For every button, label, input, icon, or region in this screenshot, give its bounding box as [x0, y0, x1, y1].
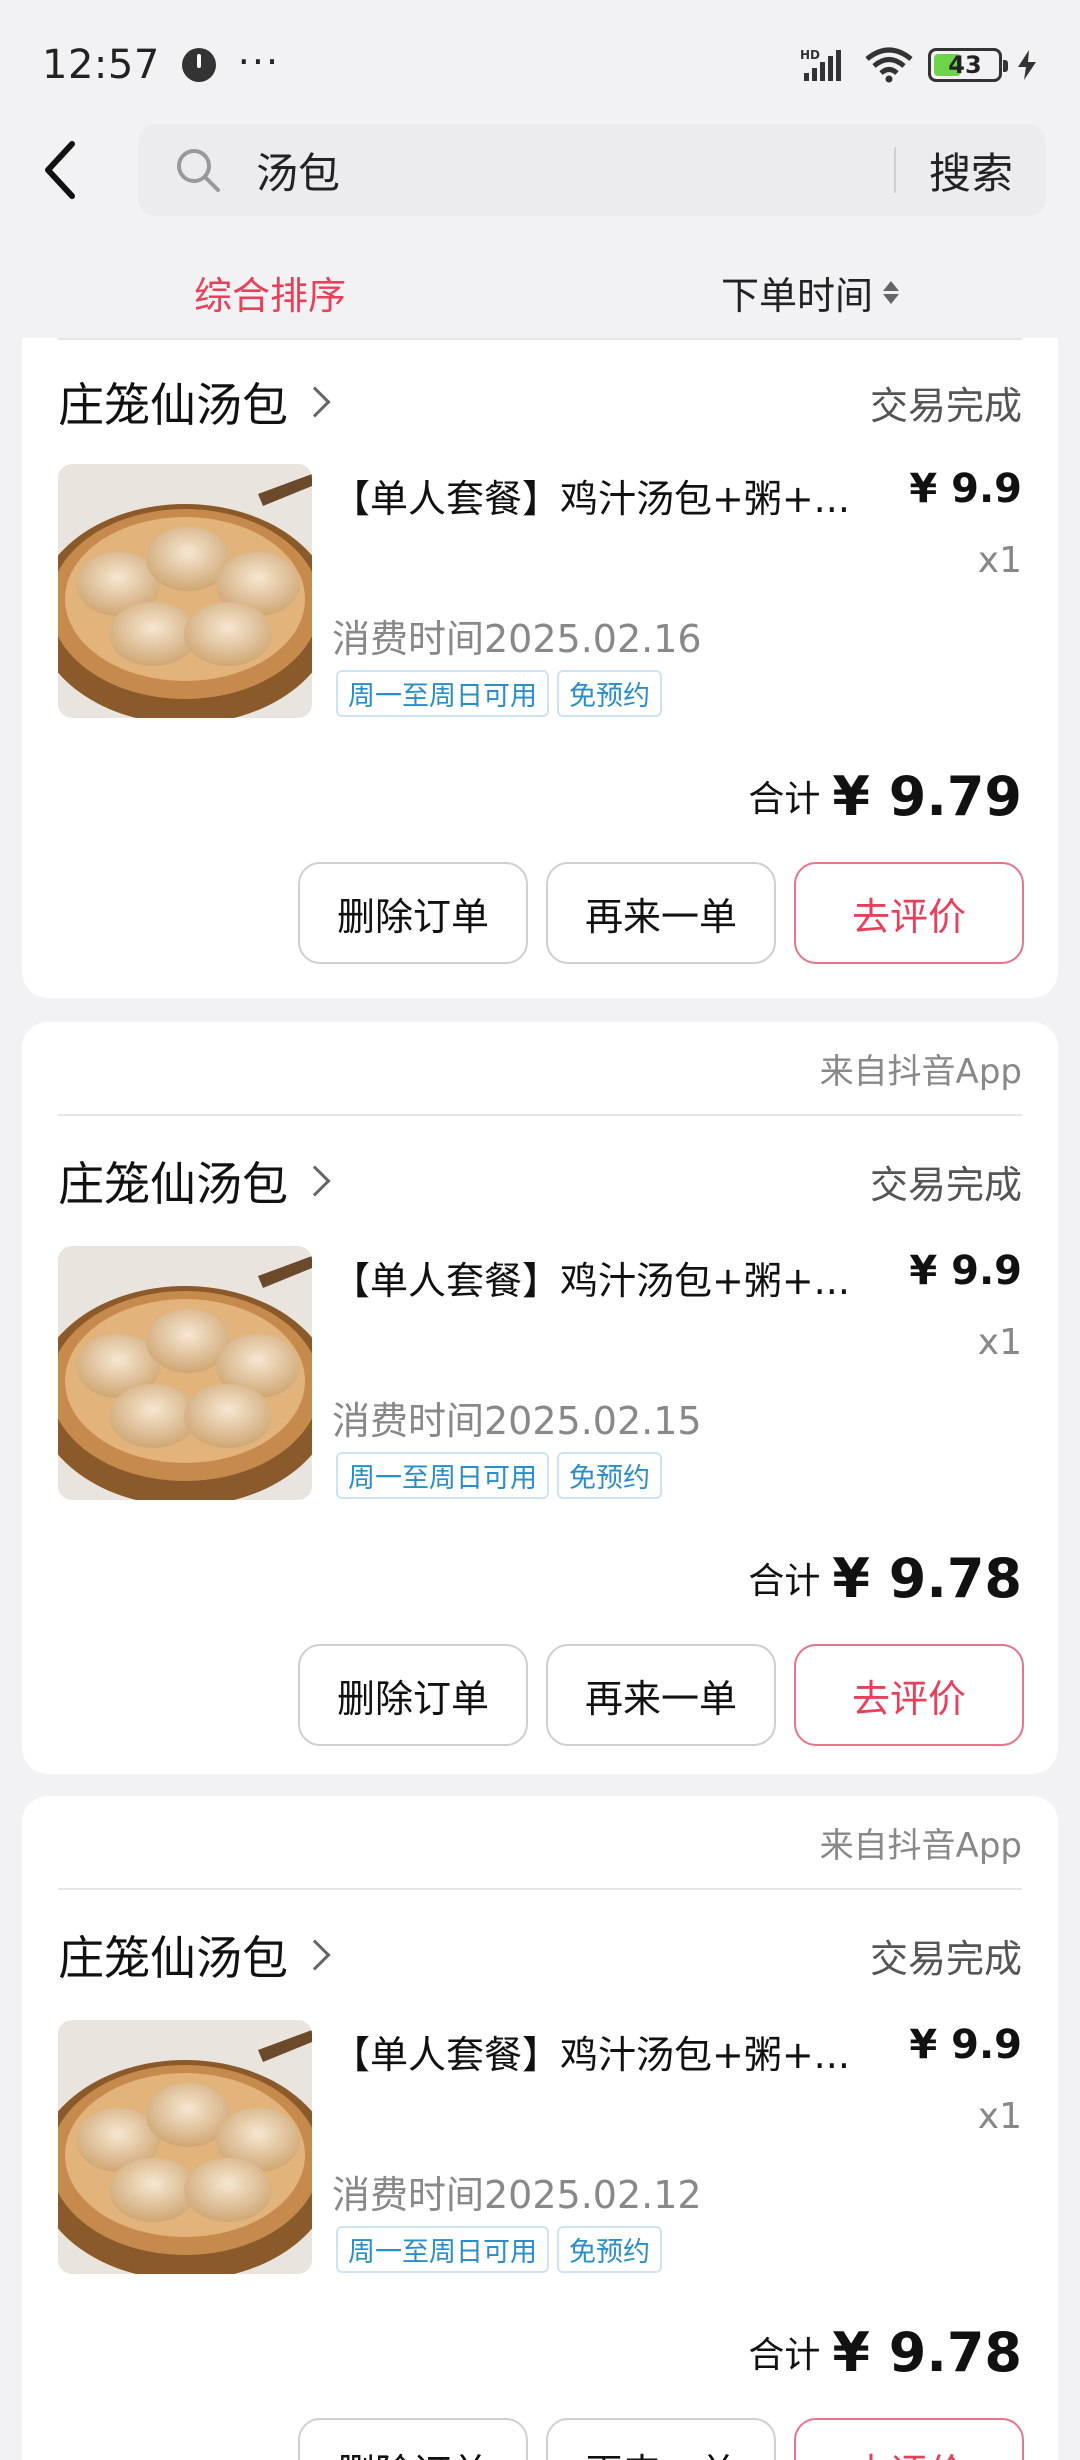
- total-value: ¥ 9.78: [832, 2321, 1022, 2384]
- sort-order-time[interactable]: 下单时间: [540, 252, 1080, 332]
- item-title: 【单人套餐】鸡汁汤包+粥+...: [332, 1259, 850, 1303]
- tag-group: 周一至周日可用 免预约: [336, 2226, 662, 2273]
- wifi-icon: [865, 47, 913, 83]
- sort-toggle-icon: [883, 280, 899, 304]
- chevron-right-icon: [299, 1939, 331, 1971]
- action-buttons: 删除订单 再来一单 去评价: [22, 1620, 1058, 1774]
- order-card: 来自抖音App 庄笼仙汤包 交易完成 【单人套餐】鸡汁汤包+粥+... ¥ 9.…: [22, 1796, 1058, 2460]
- status-time: 12:57: [42, 42, 160, 88]
- status-bar: 12:57 ··· HD 43: [0, 0, 1080, 130]
- item-quantity: x1: [977, 2096, 1022, 2137]
- reorder-button[interactable]: 再来一单: [546, 2418, 776, 2460]
- total-label: 合计: [748, 2335, 821, 2376]
- action-buttons: 删除订单 再来一单 去评价: [22, 838, 1058, 998]
- order-item[interactable]: 【单人套餐】鸡汁汤包+粥+... ¥ 9.9 x1 消费时间2025.02.15…: [22, 1246, 1058, 1502]
- item-price: ¥ 9.9: [909, 466, 1022, 512]
- delete-order-button[interactable]: 删除订单: [298, 1644, 528, 1746]
- total-value: ¥ 9.79: [832, 765, 1022, 828]
- chevron-right-icon: [299, 386, 331, 418]
- shop-name: 庄笼仙汤包: [58, 1931, 288, 1985]
- total-value: ¥ 9.78: [832, 1547, 1022, 1610]
- shop-name: 庄笼仙汤包: [58, 378, 288, 432]
- total-row: 合计 ¥ 9.78: [22, 2276, 1058, 2394]
- order-status: 交易完成: [869, 1162, 1022, 1207]
- tag-availability: 周一至周日可用: [336, 2226, 549, 2273]
- back-arrow-icon: [45, 141, 75, 199]
- search-input[interactable]: 汤包: [256, 140, 894, 201]
- clock-icon: [181, 48, 216, 82]
- order-status: 交易完成: [869, 383, 1022, 428]
- shop-row[interactable]: 庄笼仙汤包 交易完成: [22, 340, 1058, 464]
- total-row: 合计 ¥ 9.79: [22, 720, 1058, 838]
- total-label: 合计: [748, 779, 821, 820]
- order-status: 交易完成: [869, 1936, 1022, 1981]
- search-icon: [177, 149, 220, 192]
- delete-order-button[interactable]: 删除订单: [298, 2418, 528, 2460]
- order-item[interactable]: 【单人套餐】鸡汁汤包+粥+... ¥ 9.9 x1 消费时间2025.02.12…: [22, 2020, 1058, 2276]
- sort-order-time-label: 下单时间: [720, 273, 873, 318]
- battery-icon: 43: [928, 48, 1008, 82]
- consume-time: 消费时间2025.02.16: [332, 617, 702, 661]
- action-buttons: 删除订单 再来一单 去评价: [22, 2394, 1058, 2460]
- sort-comprehensive[interactable]: 综合排序: [0, 252, 540, 332]
- header: 汤包 搜索: [0, 124, 1080, 216]
- consume-time: 消费时间2025.02.15: [332, 1399, 702, 1443]
- sort-bar: 综合排序 下单时间: [0, 252, 1080, 332]
- item-title: 【单人套餐】鸡汁汤包+粥+...: [332, 2033, 850, 2077]
- tag-no-reservation: 免预约: [557, 2226, 662, 2273]
- order-card: 来自抖音App 庄笼仙汤包 交易完成 【单人套餐】鸡汁汤包+粥+... ¥ 9.…: [22, 1022, 1058, 1774]
- back-button[interactable]: [0, 124, 120, 216]
- item-quantity: x1: [977, 1322, 1022, 1363]
- tag-group: 周一至周日可用 免预约: [336, 670, 662, 717]
- tag-no-reservation: 免预约: [557, 670, 662, 717]
- review-button[interactable]: 去评价: [794, 1644, 1024, 1746]
- order-item[interactable]: 【单人套餐】鸡汁汤包+粥+... ¥ 9.9 x1 消费时间2025.02.16…: [22, 464, 1058, 720]
- review-button[interactable]: 去评价: [794, 862, 1024, 964]
- reorder-button[interactable]: 再来一单: [546, 862, 776, 964]
- order-source: 来自抖音App: [819, 1825, 1022, 1866]
- hd-signal-icon: HD: [800, 48, 841, 81]
- more-dots: ···: [237, 40, 281, 84]
- order-card: 庄笼仙汤包 交易完成 【单人套餐】鸡汁汤包+粥+... ¥ 9.9 x1 消费时…: [22, 338, 1058, 998]
- tag-group: 周一至周日可用 免预约: [336, 1452, 662, 1499]
- sort-comprehensive-label: 综合排序: [193, 273, 346, 318]
- tag-availability: 周一至周日可用: [336, 670, 549, 717]
- product-thumbnail: [58, 2020, 312, 2274]
- svg-text:HD: HD: [800, 48, 820, 62]
- charging-icon: [1018, 50, 1036, 80]
- shop-row[interactable]: 庄笼仙汤包 交易完成: [22, 1890, 1058, 2020]
- shop-row[interactable]: 庄笼仙汤包 交易完成: [22, 1116, 1058, 1246]
- tag-availability: 周一至周日可用: [336, 1452, 549, 1499]
- item-quantity: x1: [977, 540, 1022, 581]
- product-thumbnail: [58, 1246, 312, 1500]
- reorder-button[interactable]: 再来一单: [546, 1644, 776, 1746]
- delete-order-button[interactable]: 删除订单: [298, 862, 528, 964]
- search-bar: 汤包 搜索: [138, 124, 1046, 216]
- consume-time: 消费时间2025.02.12: [332, 2173, 702, 2217]
- battery-level: 43: [948, 51, 982, 79]
- chevron-right-icon: [299, 1165, 331, 1197]
- item-price: ¥ 9.9: [909, 1248, 1022, 1294]
- item-price: ¥ 9.9: [909, 2022, 1022, 2068]
- tag-no-reservation: 免预约: [557, 1452, 662, 1499]
- search-button[interactable]: 搜索: [896, 140, 1046, 201]
- total-row: 合计 ¥ 9.78: [22, 1502, 1058, 1620]
- shop-name: 庄笼仙汤包: [58, 1157, 288, 1211]
- total-label: 合计: [748, 1561, 821, 1602]
- order-source: 来自抖音App: [819, 1051, 1022, 1092]
- review-button[interactable]: 去评价: [794, 2418, 1024, 2460]
- item-title: 【单人套餐】鸡汁汤包+粥+...: [332, 477, 850, 521]
- product-thumbnail: [58, 464, 312, 718]
